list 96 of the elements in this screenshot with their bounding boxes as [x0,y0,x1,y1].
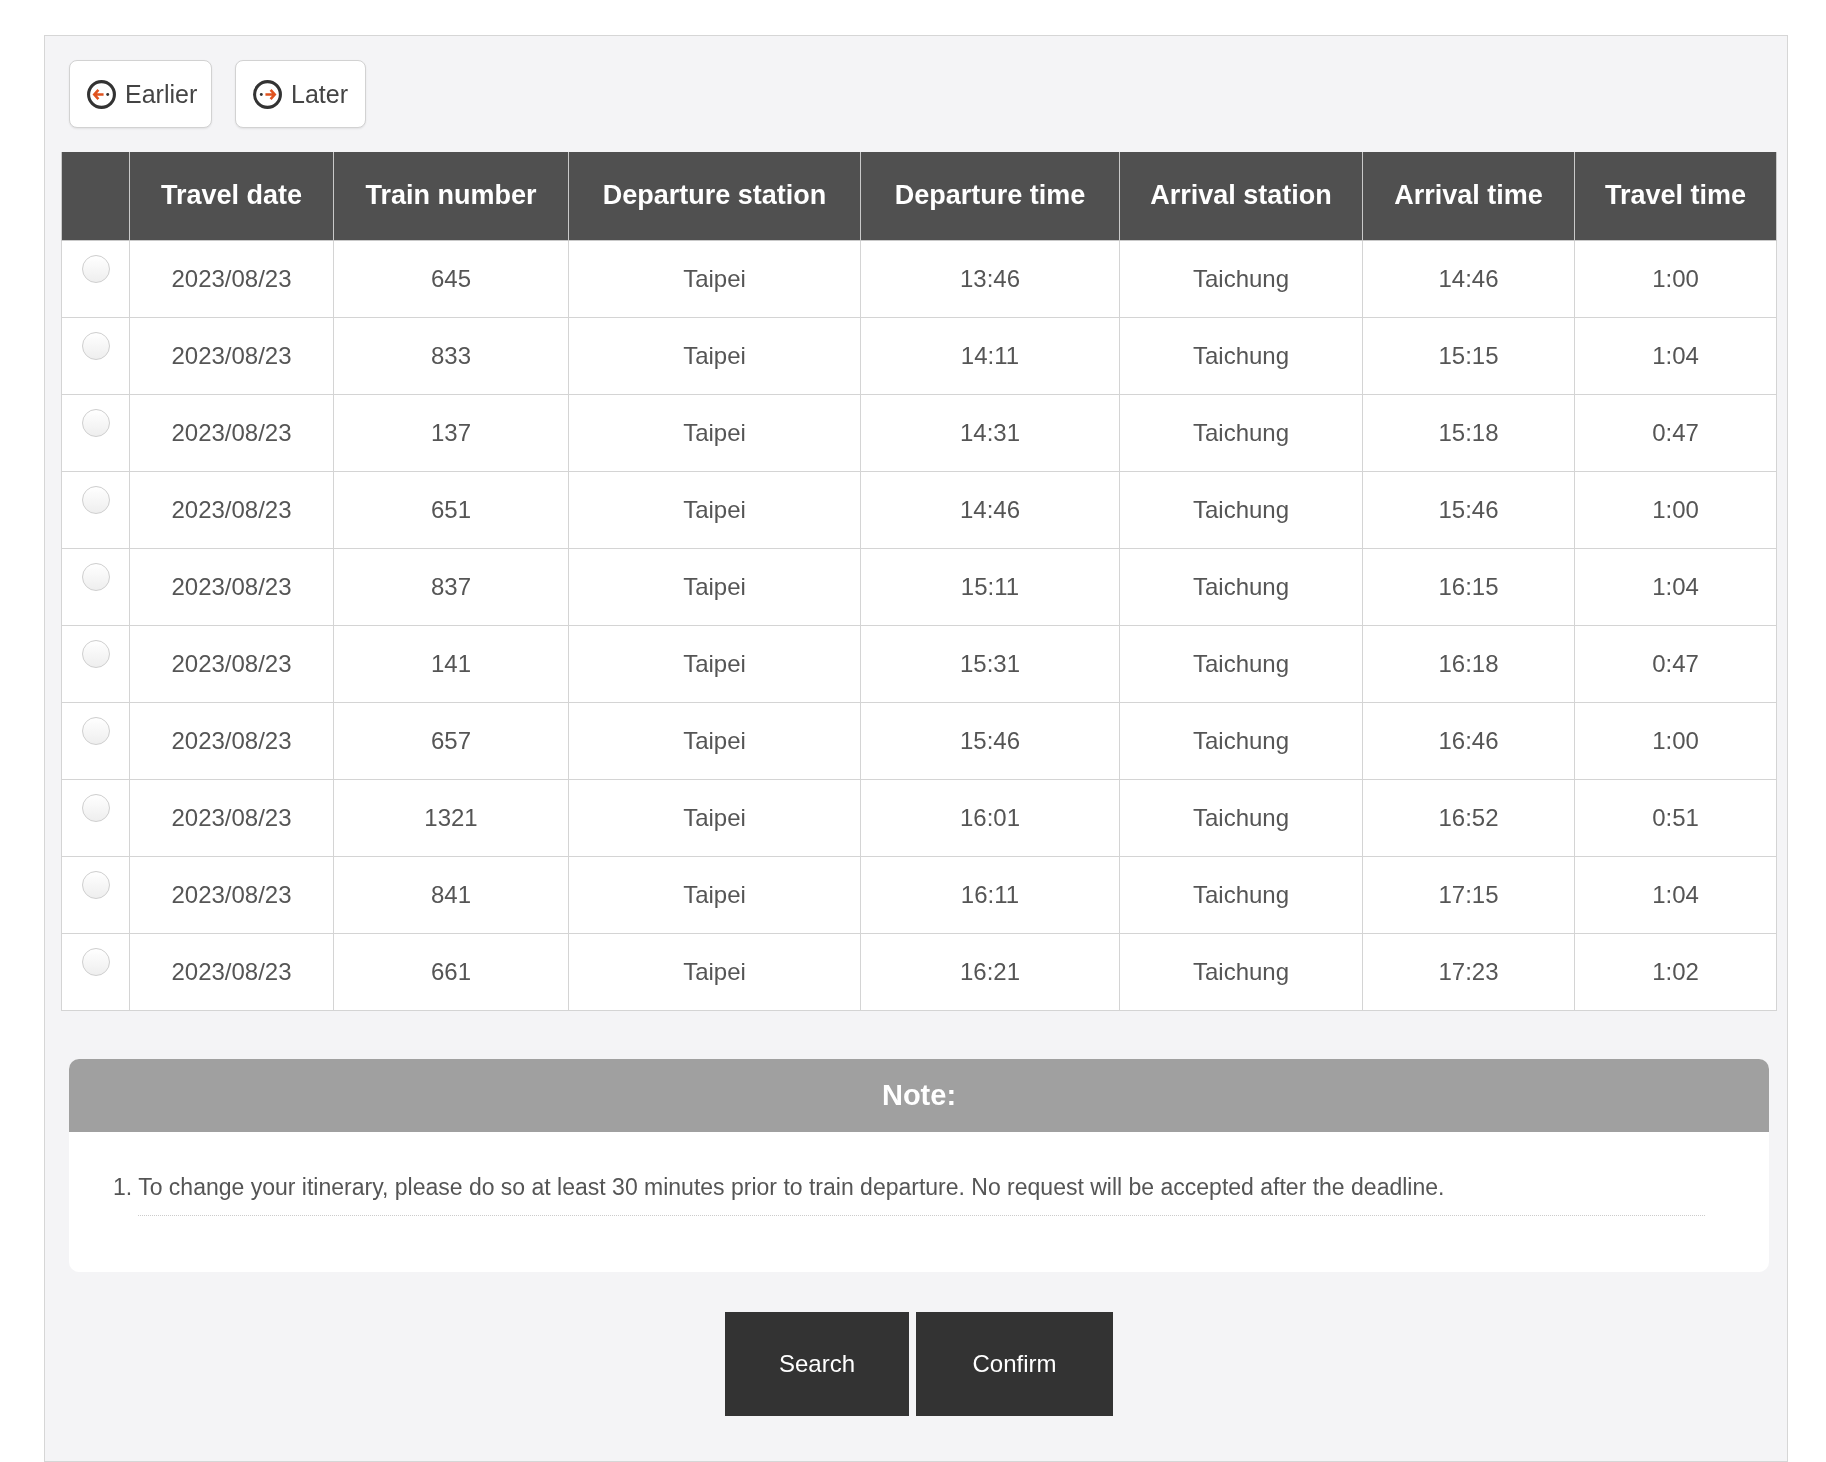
table-cell: Taipei [568,625,861,702]
table-cell: 16:11 [860,856,1120,933]
table-cell: 2023/08/23 [129,240,334,317]
column-header: Train number [333,152,569,240]
table-cell: 1:04 [1574,856,1777,933]
table-cell: 16:01 [860,779,1120,856]
table-cell: Taichung [1119,394,1363,471]
row-radio-button[interactable] [81,947,110,976]
table-cell: Taichung [1119,548,1363,625]
table-cell: 15:11 [860,548,1120,625]
table-cell: 2023/08/23 [129,471,334,548]
table-cell: 15:31 [860,625,1120,702]
table-cell: 15:46 [860,702,1120,779]
table-cell: Taichung [1119,702,1363,779]
row-radio-button[interactable] [81,254,110,283]
table-cell: 17:15 [1362,856,1575,933]
table-cell: Taichung [1119,779,1363,856]
table-cell: Taichung [1119,625,1363,702]
table-cell: Taichung [1119,856,1363,933]
table-cell: 1:04 [1574,317,1777,394]
table-cell: 661 [333,933,569,1010]
table-cell: 13:46 [860,240,1120,317]
table-cell: Taichung [1119,933,1363,1010]
table-cell: 2023/08/23 [129,933,334,1010]
table-cell: 841 [333,856,569,933]
note-number: 1. [113,1173,133,1202]
table-cell: Taipei [568,548,861,625]
table-cell: 0:47 [1574,394,1777,471]
table-cell: 2023/08/23 [129,779,334,856]
table-cell: 2023/08/23 [129,625,334,702]
table-cell: 2023/08/23 [129,317,334,394]
table-cell: 14:46 [1362,240,1575,317]
row-radio-button[interactable] [81,485,110,514]
table-cell: 833 [333,317,569,394]
action-button[interactable]: Confirm [916,1311,1113,1416]
table-cell: 17:23 [1362,933,1575,1010]
column-header: Departure station [568,152,861,240]
table-cell: 1:00 [1574,471,1777,548]
row-radio-button[interactable] [81,562,110,591]
table-cell: 15:15 [1362,317,1575,394]
table-cell: Taipei [568,317,861,394]
table-cell: 1:02 [1574,933,1777,1010]
table-cell: 1:00 [1574,240,1777,317]
note-text: To change your itinerary, please do so at least 30 minutes prior to train departure. No request will be accepted after the deadline. [138,1173,1705,1216]
table-cell: 2023/08/23 [129,394,334,471]
right-arrow-circle-icon [252,78,283,110]
row-radio-button[interactable] [81,331,110,360]
table-cell: 0:51 [1574,779,1777,856]
table-cell: Taipei [568,702,861,779]
table-cell: 837 [333,548,569,625]
row-radio-button[interactable] [81,793,110,822]
table-cell: Taipei [568,856,861,933]
table-cell: 15:46 [1362,471,1575,548]
table-cell: Taipei [568,933,861,1010]
row-radio-button[interactable] [81,870,110,899]
table-cell: Taipei [568,779,861,856]
table-cell: 137 [333,394,569,471]
table-cell: 14:11 [860,317,1120,394]
table-cell: 651 [333,471,569,548]
table-cell: Taichung [1119,317,1363,394]
table-cell: 16:21 [860,933,1120,1010]
table-cell: 1:04 [1574,548,1777,625]
row-radio-button[interactable] [81,716,110,745]
column-header: Arrival time [1362,152,1575,240]
nav-button[interactable]: Later [235,60,366,128]
table-cell: Taichung [1119,471,1363,548]
table-cell: 141 [333,625,569,702]
column-header: Travel date [129,152,334,240]
row-radio-button[interactable] [81,639,110,668]
table-cell: 16:46 [1362,702,1575,779]
column-header: Travel time [1574,152,1777,240]
table-cell: 2023/08/23 [129,702,334,779]
table-cell: 2023/08/23 [129,548,334,625]
table-cell: 16:15 [1362,548,1575,625]
table-cell: 1321 [333,779,569,856]
table-cell: 2023/08/23 [129,856,334,933]
column-header: Arrival station [1119,152,1363,240]
table-cell: Taipei [568,471,861,548]
note-title: Note: [69,1058,1769,1132]
table-cell: Taipei [568,240,861,317]
left-arrow-circle-icon [86,78,117,110]
table-cell: 645 [333,240,569,317]
table-cell: 0:47 [1574,625,1777,702]
table-cell: 16:52 [1362,779,1575,856]
table-cell: Taichung [1119,240,1363,317]
table-cell: 14:46 [860,471,1120,548]
action-button[interactable]: Search [725,1311,909,1416]
column-header: Departure time [860,152,1120,240]
table-cell: 15:18 [1362,394,1575,471]
table-cell: 657 [333,702,569,779]
table-cell: 1:00 [1574,702,1777,779]
table-cell: 16:18 [1362,625,1575,702]
nav-button[interactable]: Earlier [69,60,212,128]
row-radio-button[interactable] [81,408,110,437]
table-cell: 14:31 [860,394,1120,471]
table-cell: Taipei [568,394,861,471]
